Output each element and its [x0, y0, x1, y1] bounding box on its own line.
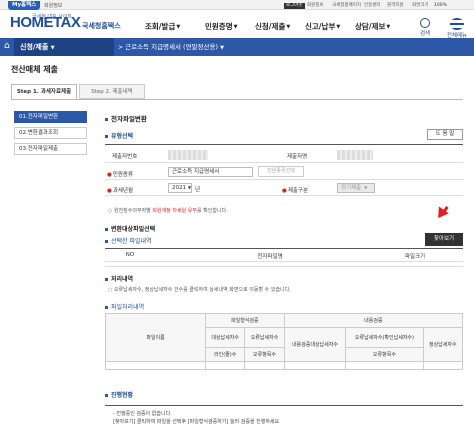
- side-step-submit[interactable]: 03.전자파일제출: [14, 143, 87, 155]
- th-content-error: 오류납세자수(확인납세자수): [345, 327, 424, 348]
- breadcrumb-bar: ⌂ 신청/제출 ▼ > 근로소득 지급명세서 (연말정산용) ▼: [0, 38, 474, 56]
- col-filename: 전자파일명: [257, 254, 283, 260]
- processing-table: 파일이름 파일형식검증 내용검증 대상납세자수 오류납세자수 내용검증대상납세자…: [105, 313, 464, 370]
- gnb-report-pay[interactable]: 신고/납부▼: [305, 21, 340, 32]
- remote-support-link[interactable]: 원격지원: [385, 3, 406, 9]
- screen-size-label: 화면크기: [412, 3, 429, 8]
- gnb-consult[interactable]: 상담/제보▼: [355, 21, 390, 32]
- year-unit: 년: [195, 187, 201, 193]
- civil-type-field[interactable]: 근로소득 지급명세서: [168, 167, 253, 177]
- submitter-no-label: 제출자번호: [112, 154, 138, 160]
- side-step-result[interactable]: 02.변환결과조회: [14, 127, 87, 139]
- files-table-header-rule: [105, 261, 463, 262]
- page-title: 전산매체 제출: [11, 65, 58, 74]
- section-convert-title: 전자파일변환: [105, 113, 147, 123]
- progress-message-box: - 진행중인 검증이 없습니다. [찾아보기] 클릭하여 파일을 선택후 [파일…: [105, 405, 463, 432]
- col-filesize: 파일크기: [404, 254, 426, 260]
- tax-year-label: ●과세년월: [107, 188, 134, 194]
- file-processing-subtitle: 파일처리내역: [105, 302, 144, 311]
- form-row-rule-2: [105, 179, 463, 180]
- file-select-title: 변환대상파일선택: [105, 224, 155, 233]
- tab-step2[interactable]: Step 2. 제출내역: [79, 84, 145, 99]
- all-menu-button[interactable]: 전체메뉴: [444, 18, 470, 39]
- progress-line-1: - 진행중인 검증이 없습니다.: [113, 411, 172, 417]
- gnb-certificates[interactable]: 민원증명▼: [205, 21, 237, 32]
- search-icon: [420, 18, 430, 28]
- tax-year-select[interactable]: 2021 ▼: [168, 183, 192, 193]
- processing-desc: ○ 오류납세자수, 정상납세자수 건수를 클릭하여 상세내역 화면으로 이동할 …: [108, 287, 291, 293]
- logout-link[interactable]: 로그아웃: [284, 3, 305, 9]
- submitter-name-value: [337, 150, 373, 160]
- breadcrumb-sub[interactable]: > 근로소득 지급명세서 (연말정산용) ▼: [118, 38, 224, 56]
- submit-type-select[interactable]: 정기제출 ▼: [337, 183, 375, 193]
- files-table-top-rule: [105, 248, 463, 249]
- top-utility-bar: My홈택스 회원정보 로그아웃 회원정보 국세청홈페이지 인증센터 원격지원 화…: [0, 0, 474, 10]
- tab-step1[interactable]: Step 1. 과세자료제출: [11, 84, 77, 99]
- zoom-level[interactable]: 100%: [432, 3, 449, 9]
- notice-text: ○ 원천징수의무자별 회원개정 차세원 유무를 확인합니다.: [108, 208, 228, 214]
- selected-files-subtitle: 선택한 파일내역: [105, 236, 152, 245]
- th-file-name: 파일이름: [105, 313, 206, 362]
- cert-center-link[interactable]: 인증센터: [362, 3, 383, 9]
- table-row: [105, 361, 206, 370]
- th-content-check: 내용검증: [283, 313, 464, 328]
- gnb-inquiry[interactable]: 조회/발급▼: [145, 21, 180, 32]
- member-info-link[interactable]: 회원정보: [44, 2, 62, 9]
- search-button[interactable]: 검색: [414, 18, 436, 37]
- step-sidebar: 01.전자파일변환 02.변환결과조회 03.전자파일제출: [14, 111, 87, 159]
- side-step-convert[interactable]: 01.전자파일변환: [14, 111, 87, 123]
- col-no: NO: [125, 252, 135, 258]
- submitter-no-value: [168, 150, 208, 160]
- th-format-check: 파일형식검증: [205, 313, 285, 328]
- submitter-name-label: 제출자명: [287, 154, 308, 160]
- type-select-subtitle: 유형선택: [105, 131, 133, 140]
- breadcrumb-current[interactable]: 신청/제출 ▼: [14, 38, 114, 56]
- hometax-logo[interactable]: HOMETAX: [10, 14, 81, 31]
- help-button[interactable]: 도 움 말: [427, 129, 463, 140]
- th-content-error-items: 오류항목수: [345, 347, 424, 362]
- progress-line-2: [찾아보기] 클릭하여 파일을 선택후 [파일형식검증하기] 눌러 검증을 진행…: [113, 419, 281, 425]
- gnb-apply-submit[interactable]: 신청/제출▼: [255, 21, 290, 32]
- civil-type-label: ●민원종류: [107, 172, 134, 178]
- logo-korean-name: 국세청홈택스: [82, 22, 121, 30]
- civil-type-select-button[interactable]: 민원종류선택: [258, 166, 304, 177]
- nts-homepage-link[interactable]: 국세청홈페이지: [330, 3, 363, 9]
- th-content-target: 내용검증대상납세자수: [283, 327, 347, 362]
- th-error-items: 오류항목수: [244, 347, 285, 362]
- progress-status-title: 진행현황: [105, 390, 133, 399]
- th-target-taxpayers: 대상납세자수: [204, 327, 246, 348]
- member-info-top-link[interactable]: 회원정보: [305, 3, 326, 9]
- submit-type-label: ●제출구분: [282, 188, 309, 194]
- tab-divider: [11, 99, 463, 100]
- form-bottom-rule: [105, 195, 463, 196]
- th-content-normal: 정상납세자수: [422, 327, 464, 362]
- my-hometax-badge[interactable]: My홈택스: [8, 1, 41, 10]
- th-line-count: 라인(줄)수: [204, 347, 246, 362]
- browse-button[interactable]: 찾아보기: [425, 233, 463, 246]
- processing-title: 처리내역: [105, 274, 133, 283]
- files-table-bottom-rule: [105, 266, 463, 267]
- menu-icon: [450, 18, 464, 30]
- th-error-taxpayers: 오류납세자수: [244, 327, 285, 348]
- form-top-rule: [105, 144, 463, 145]
- form-row-rule: [105, 162, 463, 163]
